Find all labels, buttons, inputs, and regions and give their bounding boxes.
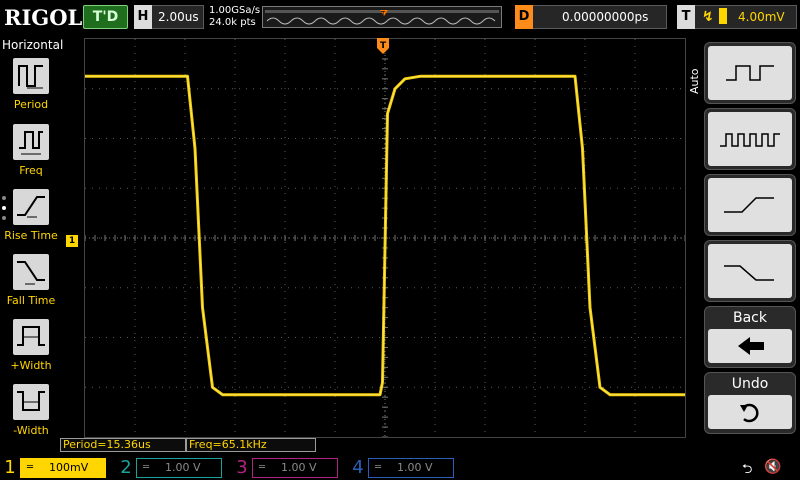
undo-button[interactable]: Undo xyxy=(704,372,796,434)
measure-period[interactable]: Period xyxy=(0,58,62,120)
trigger-key: T xyxy=(677,5,695,29)
multi-pulse-button[interactable] xyxy=(704,108,796,170)
positive-width-label: +Width xyxy=(10,359,52,372)
memory-trigger-marker-icon: T xyxy=(380,10,386,18)
channel-4-coupling-icon: ═ xyxy=(375,462,382,473)
channel-1-number: 1 xyxy=(4,457,16,478)
delay-key: D xyxy=(515,5,533,29)
waveform-display[interactable] xyxy=(84,38,686,438)
channel-3-scale-box: ═ 1.00 V xyxy=(252,458,338,478)
memory-overview-waveform: T xyxy=(265,10,499,25)
measure-positive-width[interactable]: +Width xyxy=(0,319,62,381)
trigger-position-marker-label: T xyxy=(380,41,387,51)
channel-1-coupling-icon: ═ xyxy=(27,462,34,473)
timebase-value: 2.00us xyxy=(158,10,199,24)
memory-overview-bar: T xyxy=(262,6,502,28)
back-label: Back xyxy=(733,310,767,326)
page-dot xyxy=(2,196,6,200)
single-pulse-icon xyxy=(708,46,792,100)
sample-rate-readout: 1.00GSa/s 24.0k pts xyxy=(209,5,260,29)
channel-3-scale: 1.00 V xyxy=(281,461,317,474)
channel-1-scale-box: ═ 100mV xyxy=(20,458,106,478)
measure-rise-time[interactable]: Rise Time xyxy=(0,189,62,251)
menu-page-indicator xyxy=(2,196,8,226)
waveform-plot xyxy=(85,39,685,437)
trigger-status-badge: T'D xyxy=(83,5,128,29)
speaker-muted-icon[interactable]: 🔇 xyxy=(764,459,781,475)
period-label: Period xyxy=(13,98,49,111)
channel-1-scale: 100mV xyxy=(49,461,89,474)
rise-time-label: Rise Time xyxy=(4,229,58,242)
measure-left-menu: Horizontal Period Freq Rise Time Fall Ti… xyxy=(0,36,64,456)
channel-2-tab[interactable]: 2 ═ 1.00 V xyxy=(116,456,226,480)
channel-4-scale-box: ═ 1.00 V xyxy=(368,458,454,478)
menu-title: Horizontal xyxy=(2,38,64,52)
undo-icon xyxy=(708,395,792,429)
single-pulse-button[interactable] xyxy=(704,42,796,104)
channel-3-number: 3 xyxy=(236,457,248,478)
channel-3-coupling-icon: ═ xyxy=(259,462,266,473)
rising-edge-trigger-icon: ↯ xyxy=(702,9,714,25)
negative-width-label: -Width xyxy=(13,424,49,437)
rising-edge-button[interactable] xyxy=(704,174,796,236)
falling-edge-button[interactable] xyxy=(704,240,796,302)
rise-time-icon xyxy=(13,189,49,225)
auto-mode-label: Auto xyxy=(688,68,701,94)
fall-time-icon xyxy=(13,254,49,290)
measure-freq[interactable]: Freq xyxy=(0,124,62,186)
channel-2-scale: 1.00 V xyxy=(165,461,201,474)
top-status-bar: RIGOL T'D H 2.00us 1.00GSa/s 24.0k pts T… xyxy=(0,0,800,36)
delay-value: 0.00000000ps xyxy=(562,10,649,24)
channel-3-tab[interactable]: 3 ═ 1.00 V xyxy=(232,456,342,480)
sample-rate: 1.00GSa/s xyxy=(209,5,261,16)
page-dot-active xyxy=(2,206,6,210)
channel-2-number: 2 xyxy=(120,457,132,478)
period-measurement: Period=15.36us xyxy=(60,438,186,452)
freq-icon xyxy=(13,124,49,160)
measure-fall-time[interactable]: Fall Time xyxy=(0,254,62,316)
trigger-source-indicator xyxy=(719,8,727,24)
horizontal-key: H xyxy=(134,5,152,29)
back-arrow-icon xyxy=(708,329,792,363)
period-icon xyxy=(13,58,49,94)
channel-2-scale-box: ═ 1.00 V xyxy=(136,458,222,478)
measure-negative-width[interactable]: -Width xyxy=(0,384,62,446)
trigger-level: 4.00mV xyxy=(738,10,785,24)
rigol-logo: RIGOL xyxy=(4,5,83,30)
channel-1-tab[interactable]: 1 ═ 100mV xyxy=(0,456,110,480)
rising-edge-icon xyxy=(708,178,792,232)
channel-2-coupling-icon: ═ xyxy=(143,462,150,473)
positive-width-icon xyxy=(13,319,49,355)
page-dot xyxy=(2,216,6,220)
fall-time-label: Fall Time xyxy=(6,294,56,307)
channel-4-scale: 1.00 V xyxy=(397,461,433,474)
freq-measurement: Freq=65.1kHz xyxy=(186,438,316,452)
trigger-position-marker[interactable]: T xyxy=(377,38,389,54)
freq-label: Freq xyxy=(19,164,43,177)
channel-4-number: 4 xyxy=(352,457,364,478)
back-button[interactable]: Back xyxy=(704,306,796,368)
negative-width-icon xyxy=(13,384,49,420)
usb-icon: ⮌ xyxy=(742,462,753,477)
ch1-offset-marker[interactable]: 1 xyxy=(66,235,78,247)
falling-edge-icon xyxy=(708,244,792,298)
channel-4-tab[interactable]: 4 ═ 1.00 V xyxy=(348,456,458,480)
undo-label: Undo xyxy=(731,376,769,392)
multi-pulse-icon xyxy=(708,112,792,166)
memory-depth: 24.0k pts xyxy=(209,17,256,28)
